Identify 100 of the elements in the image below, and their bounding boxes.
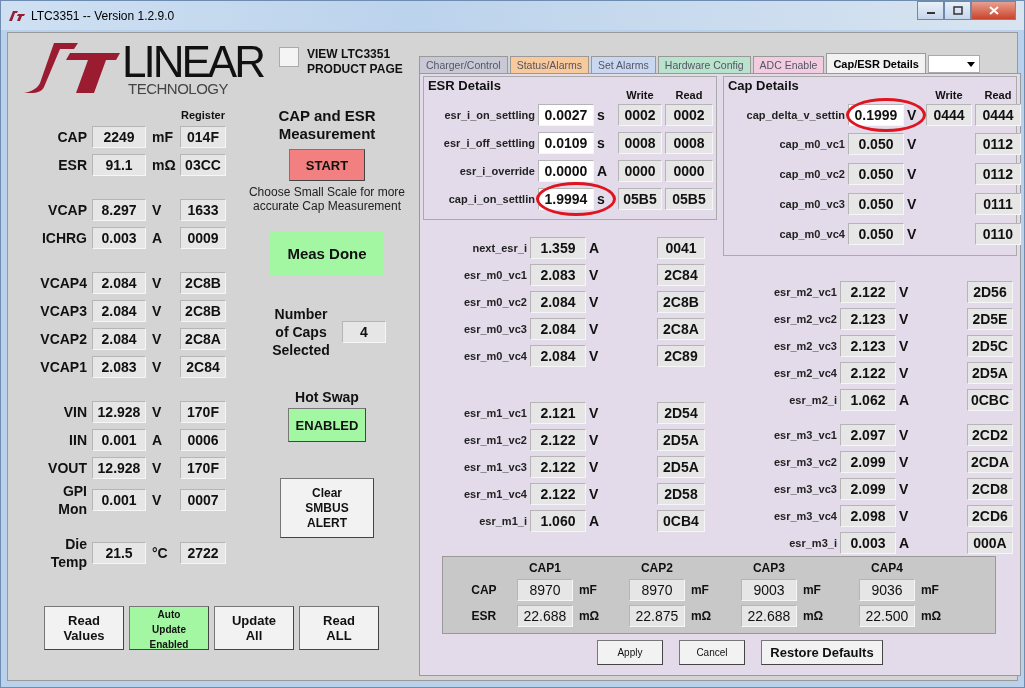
close-icon: [988, 6, 999, 15]
value-field: 2.084: [92, 300, 146, 322]
tab[interactable]: Set Alarms: [591, 56, 656, 73]
value-field: 9036: [858, 579, 915, 601]
reading-label: ICHRG: [40, 229, 88, 247]
input-field[interactable]: 1.9994: [537, 188, 594, 210]
unit-label: mF: [151, 129, 174, 145]
unit-label: V: [906, 226, 918, 242]
tab[interactable]: Cap/ESR Details: [826, 53, 926, 73]
reading-label: esr_m2_vc2: [772, 312, 837, 325]
unit-label: V: [898, 453, 910, 470]
input-field[interactable]: 0.1999: [847, 104, 904, 126]
hot-swap-label: Hot Swap: [295, 389, 359, 405]
value-field: 2.123: [839, 307, 896, 330]
reading-label: CAP: [56, 128, 88, 146]
register-field: 0041: [656, 236, 705, 259]
value-field: 2.084: [529, 290, 586, 313]
dialog-button[interactable]: Cancel: [678, 640, 745, 665]
unit-label: mΩ: [801, 609, 825, 623]
column-header: CAP3: [751, 561, 786, 575]
unit-label: V: [588, 485, 600, 502]
register-field: 05B5: [664, 188, 713, 210]
unit-label: V: [898, 480, 910, 497]
minimize-button[interactable]: [917, 1, 944, 20]
unit-label: V: [588, 320, 600, 337]
register-field: 2D5E: [966, 307, 1013, 330]
reading-label: VIN: [62, 403, 88, 421]
unit-label: V: [151, 303, 163, 319]
section-title: CAP and ESR Measurement: [277, 107, 377, 143]
unit-label: °C: [151, 545, 169, 561]
column-header: CAP1: [527, 561, 562, 575]
unit-label: mF: [801, 583, 822, 597]
logo-icon: [24, 43, 120, 93]
value-field: 21.5: [92, 542, 146, 564]
dropdown[interactable]: [927, 55, 980, 73]
reading-label: esr_m2_vc3: [772, 339, 837, 352]
checkbox[interactable]: [278, 47, 299, 67]
unit-label: A: [898, 391, 911, 408]
value-field: 2.122: [529, 428, 586, 451]
clear-alert-button[interactable]: Clear SMBUS ALERT: [280, 478, 374, 538]
action-button[interactable]: Read ALL: [299, 606, 379, 650]
setting-label: cap_delta_v_settin: [745, 109, 845, 121]
register-field: 170F: [180, 401, 226, 423]
tab[interactable]: ADC Enable: [752, 56, 825, 73]
register-field: 2C8B: [180, 300, 226, 322]
action-button[interactable]: Read Values: [44, 606, 124, 650]
reading-label: cap_m0_vc4: [778, 228, 845, 240]
reading-label: esr_m1_i: [478, 514, 527, 527]
hot-swap-button[interactable]: ENABLED: [288, 408, 366, 442]
value-field: 0.050: [847, 193, 904, 215]
unit-label: V: [588, 431, 600, 448]
reading-label: IIN: [68, 431, 88, 449]
caret-icon: [966, 61, 975, 67]
input-field[interactable]: 0.0000: [537, 160, 594, 182]
register-field: 2D5C: [966, 334, 1013, 357]
value-field: 2.122: [839, 361, 896, 384]
register-field: 170F: [180, 457, 226, 479]
value-field: 0.050: [847, 223, 904, 245]
value-field: 9003: [740, 579, 797, 601]
input-field[interactable]: 0.0027: [537, 104, 594, 126]
reading-label: ESR: [57, 156, 88, 174]
tab[interactable]: Hardware Config: [657, 56, 751, 73]
unit-label: mΩ: [689, 609, 713, 623]
tab[interactable]: Charger/Control: [418, 56, 508, 73]
reading-label: esr_m2_i: [788, 393, 837, 406]
input-field[interactable]: 0.0109: [537, 132, 594, 154]
value-field: 1.062: [839, 388, 896, 411]
reading-label: esr_m3_i: [788, 536, 837, 549]
value-field: 2.122: [529, 482, 586, 505]
reading-label: esr_m0_vc3: [462, 322, 527, 335]
close-button[interactable]: [971, 1, 1016, 20]
register-field: 2722: [180, 542, 226, 564]
reading-label: VCAP: [47, 201, 88, 219]
register-field: 2D56: [966, 280, 1013, 303]
register-field: 2CD8: [966, 477, 1013, 500]
reading-label: VCAP4: [39, 274, 88, 292]
register-field: 2C89: [656, 344, 705, 367]
value-field: 2.121: [529, 401, 586, 424]
tab[interactable]: Status/Alarms: [509, 56, 589, 73]
unit-label: mF: [577, 583, 598, 597]
reading-label: esr_m3_vc2: [772, 455, 837, 468]
dialog-button[interactable]: Apply: [596, 640, 663, 665]
dialog-button[interactable]: Restore Defaults: [760, 640, 883, 665]
value-field: 1.359: [529, 236, 586, 259]
caps-count-field[interactable]: 4: [342, 321, 386, 343]
action-button[interactable]: Update All: [214, 606, 294, 650]
value-field: 0.001: [92, 429, 146, 451]
reading-label: next_esr_i: [471, 241, 527, 254]
logo-wordmark: LINEAR: [122, 43, 263, 81]
caps-label: Number of Caps Selected: [271, 305, 331, 359]
register-field: 2C8A: [180, 328, 226, 350]
start-button[interactable]: START: [289, 149, 365, 181]
unit-label: V: [151, 359, 163, 375]
register-field: 0002: [664, 104, 713, 126]
maximize-button[interactable]: [944, 1, 971, 20]
action-button[interactable]: Auto Update Enabled: [129, 606, 209, 650]
unit-label: A: [596, 163, 609, 179]
reading-label: esr_m3_vc3: [772, 482, 837, 495]
value-field: 2.084: [529, 317, 586, 340]
column-header: Read: [983, 89, 1013, 101]
